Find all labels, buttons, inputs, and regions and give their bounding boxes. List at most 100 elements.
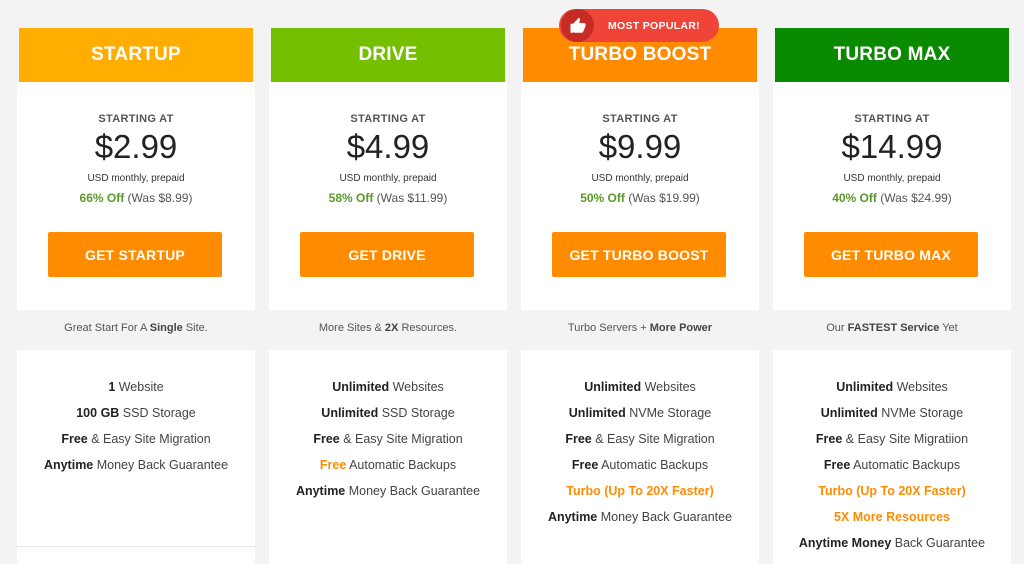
plan-header: DRIVE: [271, 28, 505, 82]
feature-emphasis: Unlimited: [332, 380, 390, 394]
starting-at-label: STARTING AT: [98, 113, 174, 125]
discount-percent: 58% Off: [328, 191, 374, 205]
feature-item: Unlimited Websites: [269, 380, 507, 406]
feature-item: Turbo (Up To 20X Faster): [521, 484, 759, 510]
starting-at-label: STARTING AT: [602, 113, 678, 125]
most-popular-badge: MOST POPULAR!: [559, 9, 719, 42]
was-price: (Was $11.99): [373, 191, 448, 205]
billing-period: USD monthly, prepaid: [87, 173, 185, 184]
feature-highlight: 5X More Resources: [833, 510, 951, 524]
feature-emphasis: Unlimited: [321, 406, 379, 420]
plan-price: $14.99: [841, 128, 943, 165]
starting-at-label: STARTING AT: [350, 113, 426, 125]
feature-text: & Easy Site Migration: [591, 432, 715, 446]
feature-item: Anytime Money Back Guarantee: [521, 510, 759, 536]
plan-price: $9.99: [598, 128, 682, 165]
feature-item: 1 Website: [17, 380, 255, 406]
feature-item: Anytime Money Back Guarantee: [773, 536, 1011, 562]
features-card: Unlimited Websites Unlimited NVMe Storage…: [773, 350, 1011, 564]
tagline-bold: FASTEST Service: [847, 322, 940, 334]
feature-text: & Easy Site Migration: [87, 432, 211, 446]
feature-text: NVMe Storage: [877, 406, 964, 420]
discount-line: 66% Off (Was $8.99): [17, 191, 255, 205]
get-startup-button[interactable]: GET STARTUP: [48, 232, 222, 277]
starting-at-label: STARTING AT: [854, 113, 930, 125]
features-card: Unlimited Websites Unlimited SSD Storage F…: [269, 350, 507, 564]
feature-emphasis: Free: [815, 432, 843, 446]
was-price: (Was $19.99): [624, 191, 700, 205]
billing-period: USD monthly, prepaid: [339, 173, 437, 184]
feature-text: SSD Storage: [119, 406, 196, 420]
feature-list: Unlimited Websites Unlimited NVMe Storage…: [521, 350, 759, 536]
price-card: STARTING AT $9.99 USD monthly, prepaid 5…: [521, 82, 759, 310]
features-card: Unlimited Websites Unlimited NVMe Storage…: [521, 350, 759, 564]
plan-tagline: More Sites & 2X Resources.: [271, 322, 505, 334]
discount-percent: 50% Off: [580, 191, 625, 205]
tagline-pre: More Sites &: [318, 322, 385, 334]
plan-tagline: Great Start For A Single Site.: [19, 322, 253, 334]
feature-list: Unlimited Websites Unlimited NVMe Storage…: [773, 350, 1011, 562]
feature-item: Free Automatic Backups: [773, 458, 1011, 484]
feature-list: Unlimited Websites Unlimited SSD Storage F…: [269, 350, 507, 510]
tagline-post: Resources.: [398, 322, 458, 334]
thumbs-up-icon: [561, 9, 594, 42]
feature-highlight: Turbo (Up To 20X Faster): [566, 484, 714, 498]
feature-item: Turbo (Up To 20X Faster): [773, 484, 1011, 510]
feature-text: Website: [115, 380, 164, 394]
feature-item: Unlimited Websites: [773, 380, 1011, 406]
plan-price: $2.99: [94, 128, 178, 165]
feature-text: Money Back Guarantee: [345, 484, 481, 498]
tagline-bold: 2X: [384, 322, 399, 334]
feature-list: 1 Website 100 GB SSD Storage Free & Easy S…: [17, 350, 255, 484]
plan-name: TURBO MAX: [833, 44, 951, 65]
feature-emphasis: Anytime Money: [798, 536, 892, 550]
feature-emphasis: Anytime: [295, 484, 346, 498]
feature-emphasis: Free: [571, 458, 599, 472]
discount-line: 50% Off (Was $19.99): [521, 191, 759, 205]
feature-emphasis: Unlimited: [568, 406, 626, 420]
feature-highlight: Turbo (Up To 20X Faster): [818, 484, 966, 498]
feature-item: Free & Easy Site Migratiion: [773, 432, 1011, 458]
tagline-bold: More Power: [649, 322, 713, 334]
feature-item: Unlimited NVMe Storage: [773, 406, 1011, 432]
plan-name: TURBO BOOST: [568, 44, 712, 65]
plan-name: STARTUP: [91, 44, 181, 65]
feature-emphasis: Free: [565, 432, 592, 446]
feature-text: Back Guarantee: [891, 536, 986, 550]
price-card: STARTING AT $2.99 USD monthly, prepaid 6…: [17, 82, 255, 310]
plan-tagline: Turbo Servers + More Power: [523, 322, 757, 334]
feature-text: Automatic Backups: [598, 458, 709, 472]
feature-item: Free & Easy Site Migration: [269, 432, 507, 458]
feature-text: NVMe Storage: [625, 406, 712, 420]
plan-tagline: Our FASTEST Service Yet: [775, 322, 1009, 334]
get-turbo-max-button[interactable]: GET TURBO MAX: [804, 232, 978, 277]
feature-text: & Easy Site Migratiion: [842, 432, 969, 446]
feature-item: 5X More Resources: [773, 510, 1011, 536]
feature-item: Free Automatic Backups: [521, 458, 759, 484]
get-turbo-boost-button[interactable]: GET TURBO BOOST: [552, 232, 726, 277]
feature-text: Automatic Backups: [850, 458, 961, 472]
features-card: 1 Website 100 GB SSD Storage Free & Easy S…: [17, 350, 255, 564]
feature-text: Websites: [893, 380, 948, 394]
plan-header: STARTUP: [19, 28, 253, 82]
discount-percent: 66% Off: [79, 191, 125, 205]
tagline-bold: Single: [149, 322, 183, 334]
tagline-post: Yet: [939, 322, 958, 334]
feature-item: Unlimited SSD Storage: [269, 406, 507, 432]
feature-item: Unlimited Websites: [521, 380, 759, 406]
was-price: (Was $24.99): [876, 191, 952, 205]
feature-text: Websites: [641, 380, 696, 394]
plan-name: DRIVE: [358, 44, 418, 65]
get-drive-button[interactable]: GET DRIVE: [300, 232, 474, 277]
feature-emphasis: Unlimited: [836, 380, 894, 394]
billing-period: USD monthly, prepaid: [843, 173, 941, 184]
feature-emphasis: Unlimited: [820, 406, 878, 420]
discount-percent: 40% Off: [832, 191, 877, 205]
feature-text: & Easy Site Migration: [339, 432, 463, 446]
feature-text: Money Back Guarantee: [597, 510, 733, 524]
was-price: (Was $8.99): [124, 191, 193, 205]
features-divider: [17, 546, 255, 547]
feature-emphasis: 100 GB: [76, 406, 120, 420]
feature-item: Free & Easy Site Migration: [17, 432, 255, 458]
feature-emphasis: Anytime: [43, 458, 94, 472]
